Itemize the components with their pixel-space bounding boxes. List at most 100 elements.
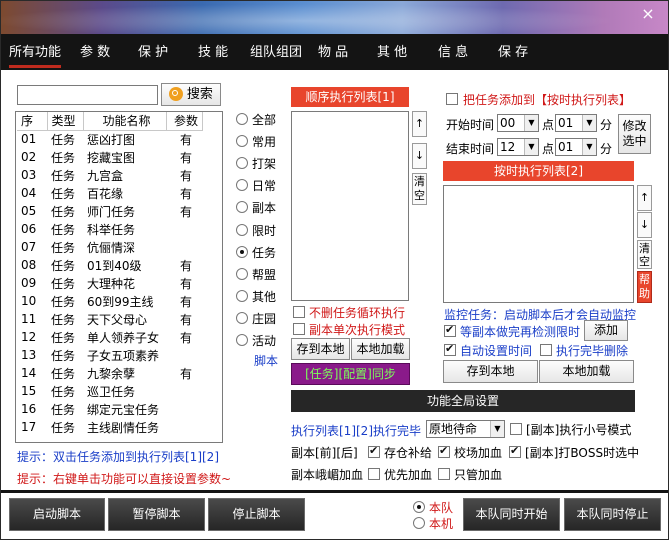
table-row[interactable]: 02 任务 挖藏宝图 有 [17, 148, 202, 166]
table-row[interactable]: 17 任务 主线剧情任务 [17, 418, 202, 436]
tab-skills[interactable]: 技 能 [198, 34, 228, 70]
table-row[interactable]: 06 任务 科举任务 [17, 220, 202, 238]
team-local-radio[interactable] [413, 501, 425, 513]
seq-down-button[interactable]: ↓ [412, 143, 427, 169]
seq-clear-button[interactable]: 清空 [412, 173, 427, 205]
cell-param: 有 [179, 186, 192, 201]
add-timed-button[interactable]: 添加 [584, 320, 628, 341]
tab-save[interactable]: 保 存 [498, 34, 528, 70]
school-heal-checkbox[interactable] [438, 444, 450, 458]
search-button[interactable]: 搜索 [161, 83, 221, 106]
chevron-down-icon: ▼ [582, 115, 596, 131]
sync-button[interactable]: [任务][配置]同步 [291, 363, 410, 385]
table-row[interactable]: 11 任务 天下父母心 有 [17, 310, 202, 328]
timed-clear-button[interactable]: 清空 [637, 240, 652, 269]
dungeon-single-checkbox[interactable] [293, 323, 305, 335]
category-radio[interactable] [236, 135, 248, 148]
pause-script-button[interactable]: 暂停脚本 [108, 498, 205, 531]
category-radio[interactable] [236, 334, 248, 346]
help-button[interactable]: 帮助 [637, 271, 652, 303]
seq-save-local-button[interactable]: 存到本地 [291, 338, 350, 360]
start-script-button[interactable]: 启动脚本 [9, 498, 105, 531]
table-row[interactable]: 16 任务 绑定元宝任务 [17, 400, 202, 418]
category-radio[interactable] [236, 157, 248, 170]
boss-label: [副本]打BOSS时选中 [525, 446, 640, 460]
function-table: 序 类型 功能名称 参数 01 任务 惩凶打图有 02 任务 挖藏宝图有 03 任务 九宫盒有 0… [17, 112, 203, 436]
timed-list-box[interactable] [443, 185, 634, 303]
category-label: 打架 [252, 157, 277, 172]
close-icon[interactable]: × [633, 3, 663, 25]
table-row[interactable]: 07 任务 伉俪情深 [17, 238, 202, 256]
category-radio[interactable] [236, 245, 248, 258]
tab-team[interactable]: 组队组团 [250, 34, 302, 70]
table-row[interactable]: 09 任务 大理种花 有 [17, 274, 202, 292]
global-settings-header: 功能全局设置 [291, 390, 635, 412]
table-row[interactable]: 05 任务 师门任务 有 [17, 202, 202, 220]
stop-script-button[interactable]: 停止脚本 [208, 498, 305, 531]
wait-dungeon-checkbox[interactable] [444, 323, 456, 337]
col-header-name[interactable]: 功能名称 [83, 112, 167, 131]
priority-heal-checkbox[interactable] [368, 468, 380, 480]
cell-index: 14 [21, 366, 37, 380]
table-row[interactable]: 01 任务 惩凶打图 有 [17, 130, 202, 148]
category-radio[interactable] [236, 201, 248, 214]
end-min-select[interactable]: 01 ▼ [555, 138, 597, 156]
table-row[interactable]: 14 任务 九黎余孽 有 [17, 364, 202, 382]
end-hour-select[interactable]: 12 ▼ [497, 138, 539, 156]
cell-index: 10 [21, 294, 37, 308]
team-machine-radio[interactable] [413, 517, 425, 529]
start-min-select[interactable]: 01 ▼ [555, 114, 597, 132]
add-to-timed-checkbox[interactable] [446, 93, 458, 105]
only-heal-label: 只管加血 [454, 468, 503, 482]
restock-checkbox[interactable] [368, 444, 380, 458]
tab-other[interactable]: 其 他 [377, 34, 407, 70]
category-radio[interactable] [236, 179, 248, 192]
category-radio[interactable] [236, 113, 248, 125]
tab-all-functions[interactable]: 所有功能 [9, 34, 62, 70]
delete-after-checkbox[interactable] [540, 344, 552, 356]
timed-up-button[interactable]: ↑ [637, 185, 652, 211]
cell-name: 师门任务 [87, 204, 136, 219]
timed-down-button[interactable]: ↓ [637, 212, 652, 238]
title-bar[interactable]: × [1, 1, 668, 34]
tab-info[interactable]: 信 息 [438, 34, 468, 70]
col-header-index[interactable]: 序 [17, 112, 48, 131]
tab-params[interactable]: 参 数 [80, 34, 110, 70]
table-row[interactable]: 15 任务 巡卫任务 [17, 382, 202, 400]
category-radio[interactable] [236, 289, 248, 302]
done-action-select[interactable]: 原地待命 ▼ [426, 420, 505, 438]
seq-list-box[interactable] [291, 111, 409, 301]
exec-list-done-label: 执行列表[1][2]执行完毕 [291, 424, 421, 438]
col-header-param[interactable]: 参数 [166, 112, 203, 131]
timed-load-local-button[interactable]: 本地加载 [539, 360, 634, 383]
only-heal-checkbox[interactable] [438, 468, 450, 480]
table-row[interactable]: 12 任务 单人领养子女 有 [17, 328, 202, 346]
table-row[interactable]: 03 任务 九宫盒 有 [17, 166, 202, 184]
seq-load-local-button[interactable]: 本地加载 [351, 338, 410, 360]
category-radio[interactable] [236, 267, 248, 280]
start-hour-select[interactable]: 00 ▼ [497, 114, 539, 132]
boss-checkbox[interactable] [509, 444, 521, 458]
auto-time-checkbox[interactable] [444, 342, 456, 356]
table-row[interactable]: 08 任务 01到40级 有 [17, 256, 202, 274]
cell-param: 有 [179, 258, 192, 273]
dungeon-small-checkbox[interactable] [510, 423, 522, 435]
category-radio[interactable] [236, 311, 248, 324]
cell-param: 有 [179, 330, 192, 345]
category-radio[interactable] [236, 223, 248, 236]
team-stop-button[interactable]: 本队同时停止 [564, 498, 661, 531]
col-header-type[interactable]: 类型 [47, 112, 84, 131]
cell-index: 13 [21, 348, 37, 362]
tab-protection[interactable]: 保 护 [138, 34, 168, 70]
table-row[interactable]: 04 任务 百花缘 有 [17, 184, 202, 202]
seq-up-button[interactable]: ↑ [412, 111, 427, 137]
cell-index: 07 [21, 240, 37, 254]
modify-selected-button[interactable]: 修改选中 [618, 114, 651, 154]
tab-items[interactable]: 物 品 [318, 34, 348, 70]
team-start-button[interactable]: 本队同时开始 [463, 498, 560, 531]
no-delete-loop-checkbox[interactable] [293, 306, 305, 318]
timed-save-local-button[interactable]: 存到本地 [443, 360, 538, 383]
search-input[interactable] [17, 85, 158, 105]
table-row[interactable]: 13 任务 子女五项素养 [17, 346, 202, 364]
table-row[interactable]: 10 任务 60到99主线 有 [17, 292, 202, 310]
